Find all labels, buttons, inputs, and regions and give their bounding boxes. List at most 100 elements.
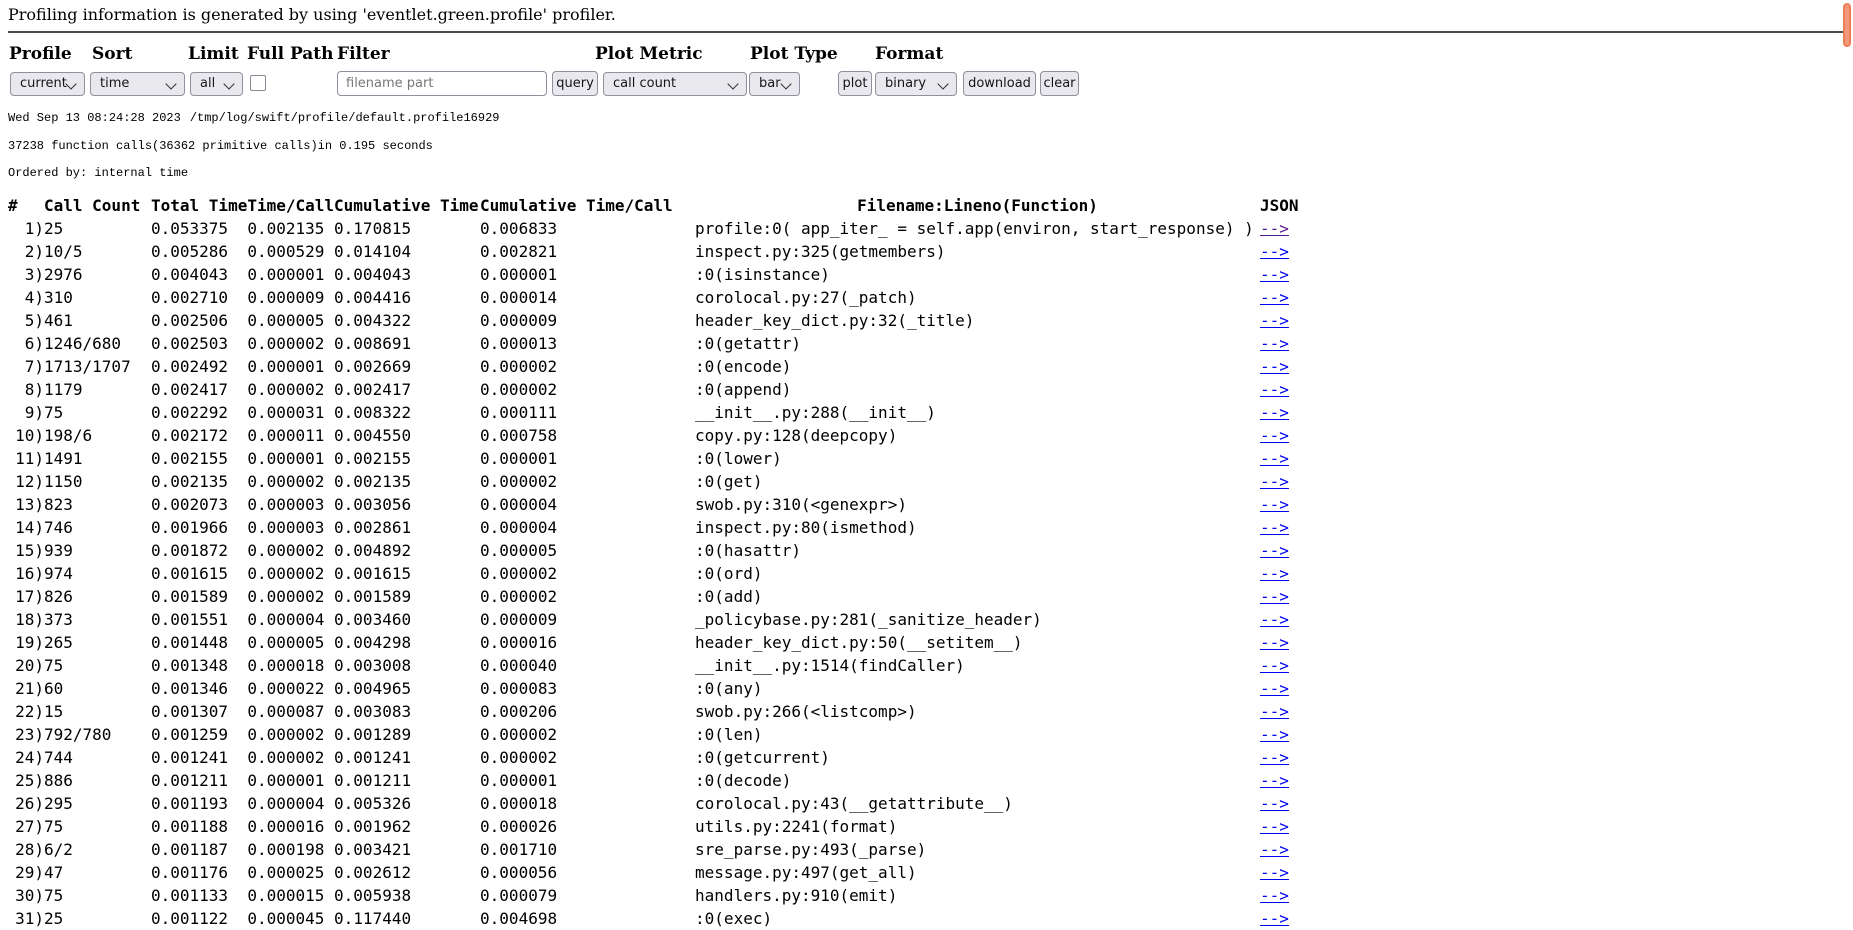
json-cell: --> [1260, 424, 1320, 447]
table-row: 21) 60 0.001346 0.000022 0.004965 0.000083:0(… [8, 677, 1320, 700]
json-link[interactable]: --> [1260, 840, 1289, 859]
json-link[interactable]: --> [1260, 863, 1289, 882]
filename: inspect.py:80(ismethod) [695, 518, 917, 537]
time-per-call: 0.000002 [247, 725, 325, 744]
json-link[interactable]: --> [1260, 242, 1289, 261]
total-time: 0.002155 [151, 449, 229, 468]
filter-input[interactable] [337, 71, 547, 96]
sort-select[interactable]: time [90, 72, 185, 96]
plot-metric-select[interactable]: call count [603, 72, 747, 96]
cumulative-time-per-call: 0.000056 [480, 863, 558, 882]
plot-type-select-value: bar [759, 76, 781, 91]
row-number: 24) [15, 748, 44, 767]
format-select[interactable]: binary [875, 72, 957, 96]
json-link[interactable]: --> [1260, 403, 1289, 422]
json-link[interactable]: --> [1260, 472, 1289, 491]
json-link[interactable]: --> [1260, 357, 1289, 376]
table-row: 23) 792/780 0.001259 0.000002 0.001289 0.0000… [8, 723, 1320, 746]
scrollbar-thumb[interactable] [1843, 3, 1851, 47]
time-per-call: 0.000009 [247, 288, 325, 307]
table-row: 20) 75 0.001348 0.000018 0.003008 0.000040 __i… [8, 654, 1320, 677]
call-count: 2976 [44, 265, 83, 284]
json-link[interactable]: --> [1260, 334, 1289, 353]
query-button[interactable]: query [552, 71, 598, 96]
cumulative-time-per-call: 0.000040 [480, 656, 558, 675]
json-link[interactable]: --> [1260, 886, 1289, 905]
json-link[interactable]: --> [1260, 426, 1289, 445]
filename: message.py:497(get_all) [695, 863, 917, 882]
time-per-call: 0.000001 [247, 771, 325, 790]
table-row: 2) 10/5 0.005286 0.000529 0.014104 0.002821 in… [8, 240, 1320, 263]
cumulative-time: 0.002861 [334, 518, 412, 537]
json-link[interactable]: --> [1260, 518, 1289, 537]
table-row: 27) 75 0.001188 0.000016 0.001962 0.000026 uti… [8, 815, 1320, 838]
cumulative-time: 0.001589 [334, 587, 412, 606]
cumulative-time-per-call: 0.000206 [480, 702, 558, 721]
json-link[interactable]: --> [1260, 541, 1289, 560]
total-time: 0.001589 [151, 587, 229, 606]
table-row: 24) 744 0.001241 0.000002 0.001241 0.000002:0… [8, 746, 1320, 769]
json-link[interactable]: --> [1260, 219, 1289, 238]
call-count: 75 [44, 403, 64, 422]
row-number: 20) [15, 656, 44, 675]
json-link[interactable]: --> [1260, 748, 1289, 767]
filename: :0(hasattr) [695, 541, 801, 560]
table-row: 25) 886 0.001211 0.000001 0.001211 0.000001:0… [8, 769, 1320, 792]
cumulative-time-per-call: 0.001710 [480, 840, 558, 859]
cumulative-time: 0.001962 [334, 817, 412, 836]
json-link[interactable]: --> [1260, 909, 1289, 928]
call-count: 974 [44, 564, 73, 583]
download-button[interactable]: download [963, 71, 1036, 96]
time-per-call: 0.000001 [247, 265, 325, 284]
json-link[interactable]: --> [1260, 679, 1289, 698]
json-link[interactable]: --> [1260, 633, 1289, 652]
json-link[interactable]: --> [1260, 449, 1289, 468]
json-link[interactable]: --> [1260, 794, 1289, 813]
plot-button[interactable]: plot [838, 71, 872, 96]
total-time: 0.001872 [151, 541, 229, 560]
json-link[interactable]: --> [1260, 288, 1289, 307]
row-number: 10) [15, 426, 44, 445]
profile-select[interactable]: current [10, 72, 85, 96]
call-count: 15 [44, 702, 64, 721]
json-link[interactable]: --> [1260, 587, 1289, 606]
call-count: 75 [44, 656, 64, 675]
json-link[interactable]: --> [1260, 311, 1289, 330]
plot-type-select[interactable]: bar [749, 72, 800, 96]
json-link[interactable]: --> [1260, 380, 1289, 399]
chevron-down-icon [65, 78, 77, 90]
row-number: 8) [24, 380, 44, 399]
cumulative-time-per-call: 0.000004 [480, 495, 558, 514]
json-cell: --> [1260, 815, 1320, 838]
json-link[interactable]: --> [1260, 702, 1289, 721]
limit-select[interactable]: all [190, 72, 243, 96]
cumulative-time: 0.008322 [334, 403, 412, 422]
table-row: 29) 47 0.001176 0.000025 0.002612 0.000056 mes… [8, 861, 1320, 884]
full-path-checkbox[interactable] [250, 75, 266, 91]
json-link[interactable]: --> [1260, 564, 1289, 583]
cumulative-time-per-call: 0.000002 [480, 472, 558, 491]
row-number: 19) [15, 633, 44, 652]
plot-metric-label: Plot Metric [595, 44, 703, 64]
json-cell: --> [1260, 677, 1320, 700]
json-link[interactable]: --> [1260, 771, 1289, 790]
table-row: 26) 295 0.001193 0.000004 0.005326 0.000018 co… [8, 792, 1320, 815]
filename: corolocal.py:27(_patch) [695, 288, 917, 307]
json-link[interactable]: --> [1260, 495, 1289, 514]
cumulative-time: 0.002155 [334, 449, 412, 468]
filename: swob.py:310(<genexpr>) [695, 495, 907, 514]
filename: :0(decode) [695, 771, 792, 790]
total-time: 0.002172 [151, 426, 229, 445]
time-per-call: 0.000025 [247, 863, 325, 882]
format-select-value: binary [885, 76, 927, 91]
json-link[interactable]: --> [1260, 656, 1289, 675]
json-link[interactable]: --> [1260, 817, 1289, 836]
json-cell: --> [1260, 332, 1320, 355]
cumulative-time-per-call: 0.000001 [480, 771, 558, 790]
json-link[interactable]: --> [1260, 725, 1289, 744]
clear-button[interactable]: clear [1040, 71, 1079, 96]
json-link[interactable]: --> [1260, 265, 1289, 284]
total-time: 0.001211 [151, 771, 229, 790]
row-number: 4) [24, 288, 44, 307]
json-link[interactable]: --> [1260, 610, 1289, 629]
